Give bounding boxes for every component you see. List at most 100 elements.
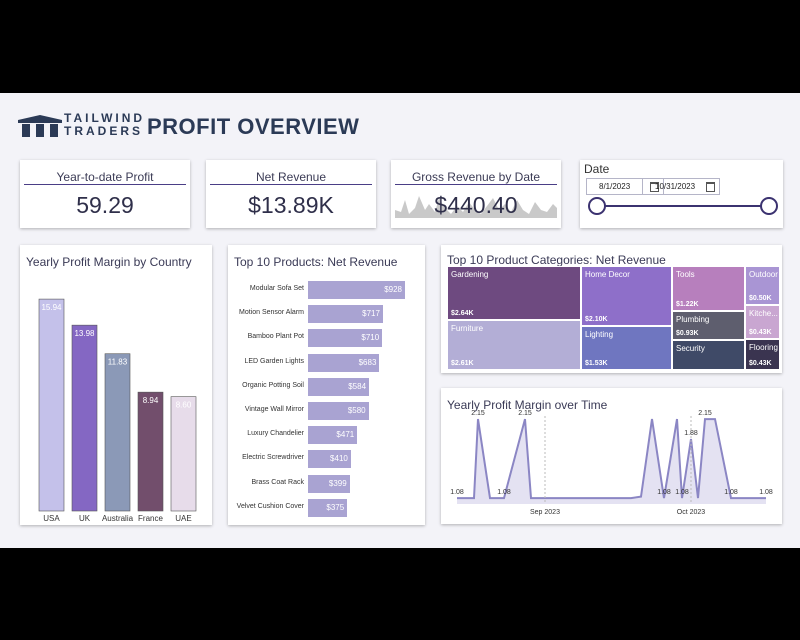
dashboard-canvas: TAILWIND TRADERS PROFIT OVERVIEW Year-to… <box>0 93 800 548</box>
margin-by-country-card: Yearly Profit Margin by Country 15.94 USA… <box>20 245 212 525</box>
product-row: Brass Coat Rack $399 <box>228 474 428 493</box>
x-tick-label: Sep 2023 <box>530 509 560 516</box>
product-label: Vintage Wall Mirror <box>244 406 304 413</box>
kpi-divider <box>24 184 186 185</box>
brand-name: TAILWIND TRADERS <box>64 112 145 138</box>
date-range-track[interactable] <box>597 205 767 207</box>
treemap-tile[interactable]: Gardening $2.64K <box>447 266 581 320</box>
tile-label: Gardening <box>451 270 489 279</box>
product-label: Brass Coat Rack <box>251 478 304 486</box>
kpi-card-net-revenue[interactable]: Net Revenue $13.89K <box>206 160 376 228</box>
point-label: 2.15 <box>518 410 532 417</box>
category-label: UK <box>79 514 91 523</box>
treemap-tile[interactable]: Home Decor $2.10K <box>581 266 672 326</box>
country-bar <box>71 324 98 512</box>
product-row: Motion Sensor Alarm $717 <box>228 305 428 324</box>
point-label: 1.08 <box>497 489 511 496</box>
categories-treemap: Gardening $2.64K Furniture $2.61K Home Decor… <box>447 266 780 370</box>
category-label: USA <box>43 514 60 523</box>
product-bar: $580 <box>308 402 369 420</box>
country-bar <box>137 391 164 512</box>
product-value-label: $710 <box>361 333 380 343</box>
point-label: 1.08 <box>675 489 689 496</box>
kpi-card-ytd-profit[interactable]: Year-to-date Profit 59.29 <box>20 160 190 228</box>
end-date-input[interactable]: 10/31/2023 <box>642 178 720 195</box>
product-value-label: $717 <box>362 309 380 319</box>
kpi-value: $440.40 <box>434 192 518 218</box>
x-tick-label: Oct 2023 <box>677 509 706 516</box>
tile-value: $1.53K <box>585 360 608 367</box>
treemap-tile[interactable]: Lighting $1.53K <box>581 326 672 370</box>
product-bar: $710 <box>308 329 383 348</box>
country-bar <box>104 353 131 512</box>
tile-value: $1.22K <box>676 301 699 308</box>
product-value-label: $580 <box>347 406 366 415</box>
product-bar: $471 <box>308 426 358 445</box>
tile-value: $2.61K <box>451 360 474 367</box>
point-label: 1.08 <box>759 489 773 496</box>
treemap-tile[interactable]: Furniture $2.61K <box>447 320 581 370</box>
point-label: 1.08 <box>724 489 738 496</box>
kpi-divider <box>210 184 372 185</box>
treemap-tile[interactable]: Flooring $0.43K <box>745 339 780 370</box>
tile-value: $0.93K <box>676 330 699 337</box>
product-bar: $717 <box>308 305 383 324</box>
page-title: PROFIT OVERVIEW <box>147 114 360 139</box>
product-label: Organic Potting Soil <box>242 381 304 389</box>
kpi-divider <box>395 184 557 185</box>
product-row: Electric Screwdriver $410 <box>228 450 428 469</box>
tile-value: $2.10K <box>585 316 608 323</box>
kpi-title: Gross Revenue by Date <box>411 170 541 184</box>
product-value-label: $399 <box>328 478 347 488</box>
product-label: Luxury Chandelier <box>247 430 304 438</box>
treemap-tile[interactable]: Tools $1.22K <box>672 266 745 311</box>
treemap-tile[interactable]: Security <box>672 340 745 370</box>
treemap-tile[interactable]: Outdoor $0.50K <box>745 266 780 305</box>
product-row: Luxury Chandelier $471 <box>228 426 428 445</box>
calendar-icon[interactable] <box>706 182 715 192</box>
product-label: LED Garden Lights <box>244 357 304 365</box>
treemap-tile[interactable]: Plumbing $0.93K <box>672 311 745 340</box>
categories-card: Top 10 Product Categories: Net Revenue G… <box>441 245 782 373</box>
product-value-label: $928 <box>384 285 402 294</box>
point-label: 2.15 <box>471 410 485 417</box>
product-label: Bamboo Plant Pot <box>247 333 304 341</box>
tile-label: Flooring <box>749 343 778 352</box>
end-date-value: 10/31/2023 <box>655 182 696 191</box>
product-label: Motion Sensor Alarm <box>239 309 304 317</box>
tile-label: Plumbing <box>676 315 710 324</box>
card-title: Top 10 Product Categories: Net Revenue <box>447 253 666 267</box>
tailwind-logo-icon <box>18 115 62 137</box>
point-label: 1.88 <box>684 430 698 437</box>
bar-value-label: 15.94 <box>41 303 62 312</box>
tile-value: $0.43K <box>749 360 772 367</box>
date-slicer-label: Date <box>584 162 610 176</box>
country-bar-chart: 15.94 USA 13.98 UK 11.83 Australia 8.94 France 8… <box>38 298 197 523</box>
kpi-card-gross-revenue[interactable]: Gross Revenue by Date $440.40 <box>391 160 561 228</box>
tile-value: $0.43K <box>749 329 772 336</box>
product-row: Bamboo Plant Pot $710 <box>228 329 428 348</box>
top-products-card: Top 10 Products: Net Revenue Modular Sof… <box>228 245 425 525</box>
product-value-label: $410 <box>330 454 348 464</box>
product-value-label: $683 <box>358 357 377 367</box>
product-row: Modular Sofa Set $928 <box>228 281 428 299</box>
product-label: Velvet Cushion Cover <box>236 502 304 510</box>
category-label: UAE <box>175 514 191 523</box>
date-slicer[interactable]: Date 8/1/2023 10/31/2023 <box>580 160 783 228</box>
treemap-tile[interactable]: Kitche... $0.43K <box>745 305 780 339</box>
start-date-value: 8/1/2023 <box>599 182 631 191</box>
date-range-end-handle[interactable] <box>760 197 778 215</box>
product-bar: $683 <box>308 353 380 372</box>
point-label: 2.15 <box>698 410 712 417</box>
tile-label: Furniture <box>451 324 484 333</box>
tile-label: Home Decor <box>585 270 630 279</box>
product-bar: $399 <box>308 474 350 493</box>
date-range-start-handle[interactable] <box>588 197 606 215</box>
product-row: Velvet Cushion Cover $375 <box>228 498 428 517</box>
margin-over-time-card: Yearly Profit Margin over Time 1.08 2.15 1… <box>441 388 782 524</box>
bar-value-label: 11.83 <box>108 358 128 367</box>
point-label: 1.08 <box>657 489 671 496</box>
product-value-label: $375 <box>326 502 345 512</box>
tile-label: Security <box>676 344 705 353</box>
category-label: Australia <box>102 514 134 523</box>
